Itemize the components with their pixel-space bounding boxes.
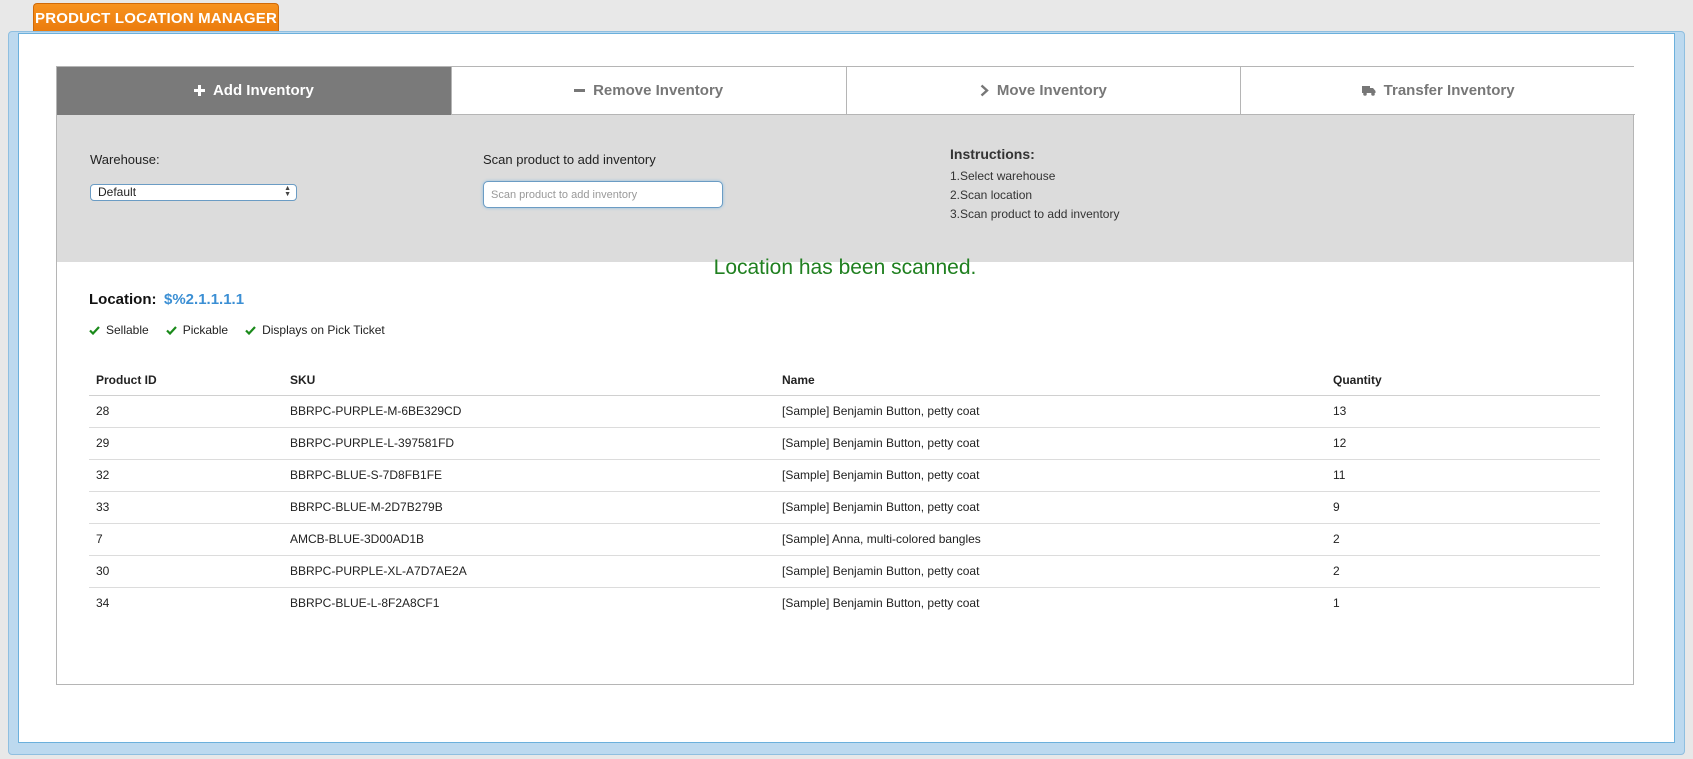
- tab-label: Move Inventory: [996, 82, 1107, 99]
- truck-icon: [1361, 85, 1376, 96]
- table-row: 34 BBRPC-BLUE-L-8F2A8CF1 [Sample] Benjam…: [89, 587, 1600, 619]
- cell-sku: BBRPC-PURPLE-M-6BE329CD: [283, 395, 775, 428]
- cell-quantity: 11: [1326, 459, 1600, 492]
- cell-product-id: 7: [89, 523, 283, 556]
- cell-name: [Sample] Benjamin Button, petty coat: [775, 491, 1326, 524]
- tab-label: Transfer Inventory: [1383, 82, 1515, 99]
- cell-quantity: 12: [1326, 427, 1600, 460]
- location-label: Location:: [89, 291, 157, 308]
- flag-displays-on-pick-ticket: Displays on Pick Ticket: [245, 323, 385, 337]
- status-message: Location has been scanned.: [713, 256, 977, 279]
- cell-sku: AMCB-BLUE-3D00AD1B: [283, 523, 775, 556]
- cell-name: [Sample] Benjamin Button, petty coat: [775, 555, 1326, 588]
- table-header-row: Product ID SKU Name Quantity: [89, 365, 1600, 396]
- instruction-step: 3.Scan product to add inventory: [950, 207, 1120, 221]
- check-icon: [89, 325, 100, 335]
- cell-product-id: 32: [89, 459, 283, 492]
- cell-sku: BBRPC-BLUE-M-2D7B279B: [283, 491, 775, 524]
- cell-quantity: 9: [1326, 491, 1600, 524]
- cell-product-id: 28: [89, 395, 283, 428]
- location-value: $%2.1.1.1.1: [164, 291, 245, 308]
- table-row: 28 BBRPC-PURPLE-M-6BE329CD [Sample] Benj…: [89, 395, 1600, 428]
- tab-label: Remove Inventory: [593, 82, 724, 99]
- cell-quantity: 2: [1326, 523, 1600, 556]
- instruction-step: 1.Select warehouse: [950, 169, 1056, 183]
- minus-icon: [574, 85, 586, 96]
- cell-quantity: 1: [1333, 596, 1340, 611]
- check-icon: [245, 325, 256, 335]
- cell-quantity: 13: [1326, 395, 1600, 428]
- tab-bar: Add Inventory Remove Inventory Move Inve…: [57, 67, 1635, 115]
- warehouse-select-value: Default: [98, 185, 137, 199]
- cell-name: [Sample] Benjamin Button, petty coat: [775, 427, 1326, 460]
- cell-sku: BBRPC-BLUE-L-8F2A8CF1: [290, 596, 440, 611]
- cell-product-id: 30: [89, 555, 283, 588]
- warehouse-select[interactable]: Default ▲ ▼: [90, 184, 297, 201]
- cell-product-id: 29: [89, 427, 283, 460]
- table-row: 7 AMCB-BLUE-3D00AD1B [Sample] Anna, mult…: [89, 523, 1600, 556]
- chevron-right-icon: [980, 84, 989, 97]
- form-area: Warehouse: Default ▲ ▼ Scan product to ad…: [57, 115, 1633, 262]
- plus-icon: [193, 85, 205, 96]
- flag-label: Pickable: [182, 323, 229, 337]
- cell-name: [Sample] Anna, multi-colored bangles: [775, 523, 1326, 556]
- warehouse-label: Warehouse:: [90, 152, 160, 167]
- app-title-tab: PRODUCT LOCATION MANAGER: [33, 3, 279, 33]
- inventory-table: Product ID SKU Name Quantity 28 BBRPC-PU…: [89, 365, 1600, 619]
- column-header: Quantity: [1326, 365, 1600, 396]
- cell-product-id: 33: [89, 491, 283, 524]
- check-icon: [165, 325, 177, 335]
- table-row: 32 BBRPC-BLUE-S-7D8FB1FE [Sample] Benjam…: [89, 459, 1600, 492]
- content-box: Add Inventory Remove Inventory Move Inve…: [56, 66, 1635, 685]
- table-row: 30 BBRPC-PURPLE-XL-A7D7AE2A [Sample] Ben…: [89, 555, 1600, 588]
- tab-add-inventory[interactable]: Add Inventory: [57, 67, 451, 115]
- table-row: 29 BBRPC-PURPLE-L-397581FD [Sample] Benj…: [89, 427, 1600, 460]
- cell-name: [Sample] Benjamin Button, petty coat: [782, 596, 980, 611]
- tab-label: Add Inventory: [212, 82, 314, 99]
- flag-label: Sellable: [106, 323, 149, 337]
- tab-remove-inventory[interactable]: Remove Inventory: [450, 67, 846, 115]
- column-header: Name: [775, 365, 1326, 396]
- cell-sku: BBRPC-BLUE-S-7D8FB1FE: [283, 459, 775, 492]
- cell-name: [Sample] Benjamin Button, petty coat: [775, 395, 1326, 428]
- flag-pickable: Pickable: [165, 323, 229, 337]
- instructions-title: Instructions:: [950, 146, 1035, 162]
- column-header: SKU: [283, 365, 775, 396]
- scan-product-input[interactable]: [483, 181, 723, 208]
- location-flags: Sellable Pickable Displays on Pick Ticke…: [89, 323, 402, 337]
- cell-product-id: 34: [96, 596, 110, 611]
- table-row: 33 BBRPC-BLUE-M-2D7B279B [Sample] Benjam…: [89, 491, 1600, 524]
- cell-sku: BBRPC-PURPLE-L-397581FD: [283, 427, 775, 460]
- column-header: Product ID: [89, 365, 283, 396]
- scan-label: Scan product to add inventory: [483, 152, 656, 167]
- instruction-step: 2.Scan location: [950, 188, 1033, 202]
- tab-transfer-inventory[interactable]: Transfer Inventory: [1240, 67, 1635, 115]
- cell-quantity: 2: [1326, 555, 1600, 588]
- cell-name: [Sample] Benjamin Button, petty coat: [775, 459, 1326, 492]
- tab-move-inventory[interactable]: Move Inventory: [845, 67, 1241, 115]
- flag-sellable: Sellable: [89, 323, 149, 337]
- flag-label: Displays on Pick Ticket: [262, 323, 385, 337]
- cell-sku: BBRPC-PURPLE-XL-A7D7AE2A: [283, 555, 775, 588]
- select-arrows-icon: ▲ ▼: [284, 185, 291, 198]
- app-title: PRODUCT LOCATION MANAGER: [34, 10, 277, 27]
